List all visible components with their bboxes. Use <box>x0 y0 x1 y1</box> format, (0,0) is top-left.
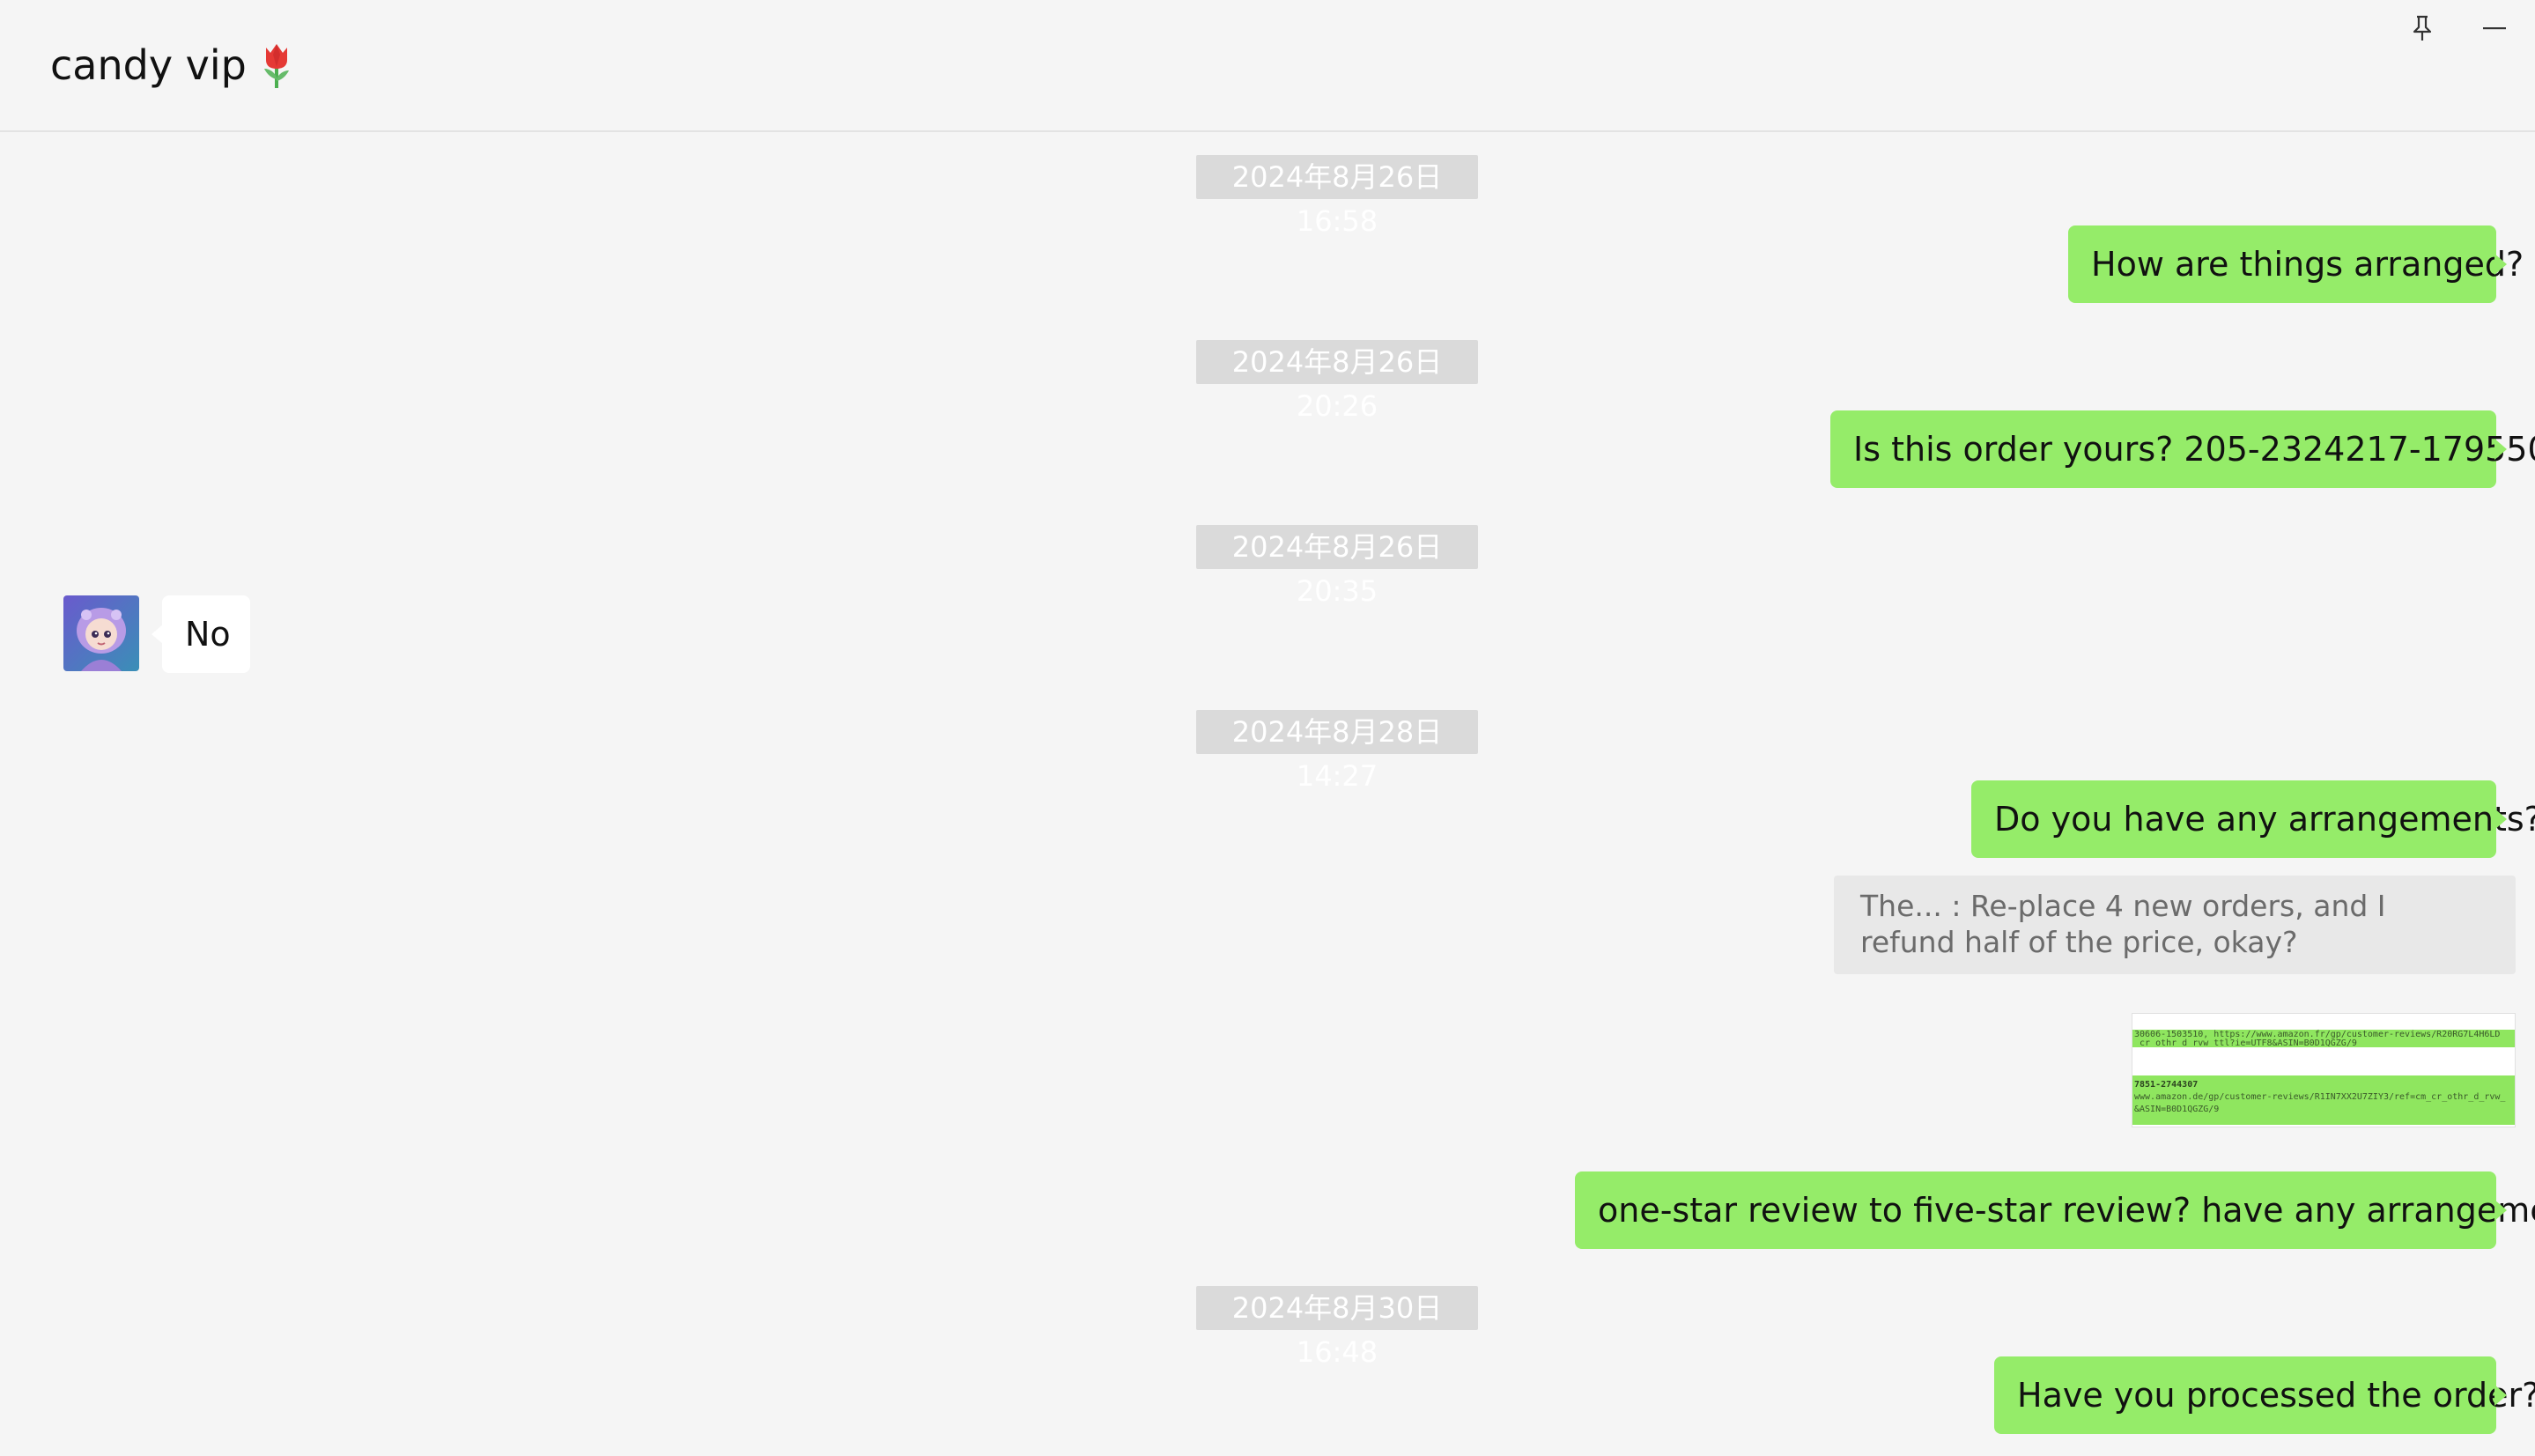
sent-image-message[interactable]: 30606-1503510, https://www.amazon.fr/gp/… <box>2132 1013 2516 1127</box>
image-text: www.amazon.de/gp/customer-reviews/R1IN7X… <box>2134 1092 2506 1102</box>
timestamp: 2024年8月26日 16:58 <box>1196 155 1478 238</box>
timestamp: 2024年8月26日 20:35 <box>1196 525 1478 608</box>
message-list[interactable]: 2024年8月26日 16:58 How are things arranged… <box>0 132 2535 1456</box>
sent-message-bubble[interactable]: Is this order yours? 205-2324217-1795502 <box>1830 410 2535 488</box>
image-text-line: 30606-1503510, https://www.amazon.fr/gp/… <box>2132 1030 2515 1048</box>
sent-message-bubble[interactable]: one-star review to five-star review? hav… <box>1575 1171 2535 1249</box>
timestamp: 2024年8月28日 14:27 <box>1196 710 1478 793</box>
image-text: &ASIN=B0D1QGZG/9 <box>2134 1105 2220 1114</box>
image-text-line: 7851-2744307 www.amazon.de/gp/customer-r… <box>2132 1075 2515 1125</box>
sent-message-bubble[interactable]: Do you have any arrangements? <box>1971 780 2535 858</box>
image-text: _cr_othr_d_rvw_ttl?ie=UTF8&ASIN=B0D1QGZG… <box>2134 1038 2357 1048</box>
timestamp: 2024年8月26日 20:26 <box>1196 340 1478 423</box>
sent-message-bubble[interactable]: Have you processed the order? <box>1994 1356 2535 1434</box>
image-text: 7851-2744307 <box>2134 1080 2199 1090</box>
minimize-icon[interactable] <box>2470 7 2519 49</box>
pin-icon[interactable] <box>2398 7 2447 49</box>
chat-window: candy vip 2024年8月26日 16:58 How are thing… <box>0 0 2535 1456</box>
timestamp: 2024年8月30日 16:48 <box>1196 1286 1478 1369</box>
received-message-bubble[interactable]: No <box>152 595 250 673</box>
chat-title-text: candy vip <box>50 41 247 89</box>
contact-avatar[interactable] <box>63 595 139 671</box>
tulip-icon <box>259 41 294 90</box>
sent-message-bubble[interactable]: How are things arranged? <box>2068 225 2524 303</box>
chat-title: candy vip <box>50 37 294 93</box>
quoted-message[interactable]: The... : Re-place 4 new orders, and I re… <box>1834 876 2516 974</box>
chat-header: candy vip <box>0 0 2535 132</box>
